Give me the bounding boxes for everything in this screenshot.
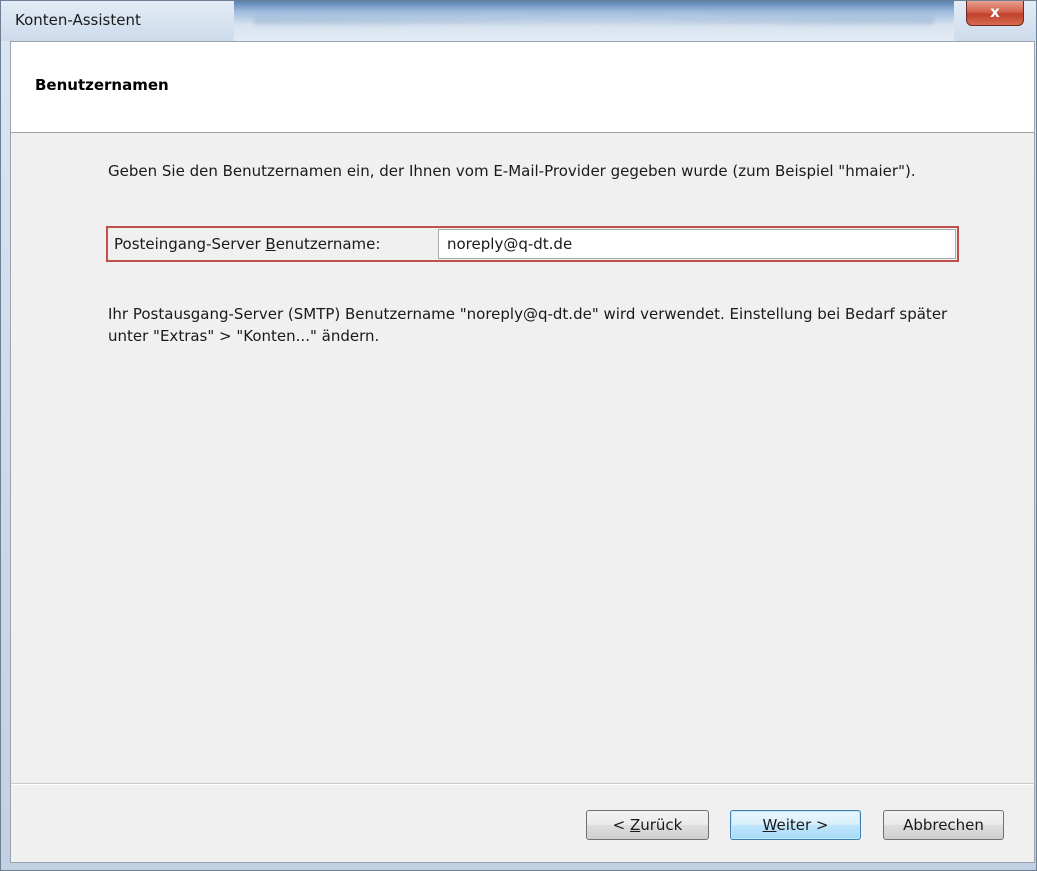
blurred-background	[254, 17, 934, 25]
next-button[interactable]: Weiter >	[730, 810, 861, 840]
label-accelerator: B	[265, 235, 276, 253]
back-label-start: <	[612, 815, 630, 834]
wizard-content: Geben Sie den Benutzernamen ein, der Ihn…	[10, 133, 1035, 783]
close-button[interactable]: x	[966, 1, 1024, 26]
back-label-end: urück	[640, 815, 683, 834]
wizard-header: Benutzernamen	[10, 41, 1035, 133]
smtp-note: Ihr Postausgang-Server (SMTP) Benutzerna…	[108, 305, 948, 345]
back-accelerator: Z	[629, 815, 641, 834]
page-title: Benutzernamen	[35, 76, 169, 94]
back-button[interactable]: < Zurück	[586, 810, 709, 840]
username-field-row: Posteingang-Server Benutzername:	[106, 226, 959, 262]
next-accelerator: W	[762, 815, 777, 834]
username-field-label: Posteingang-Server Benutzername:	[114, 235, 380, 253]
username-input[interactable]	[438, 229, 956, 259]
intro-text: Geben Sie den Benutzernamen ein, der Ihn…	[108, 162, 916, 180]
title-bar-glass	[234, 1, 954, 41]
label-text-start: Posteingang-Server	[114, 235, 266, 253]
account-wizard-window: Konten-Assistent x Benutzernamen Geben S…	[0, 0, 1037, 871]
next-label-end: eiter >	[776, 815, 829, 834]
window-title: Konten-Assistent	[15, 11, 141, 29]
cancel-button[interactable]: Abbrechen	[883, 810, 1004, 840]
title-bar[interactable]: Konten-Assistent x	[1, 1, 1036, 41]
wizard-footer: < Zurück Weiter > Abbrechen	[10, 783, 1035, 863]
close-icon: x	[990, 3, 1000, 21]
label-text-end: enutzername:	[275, 235, 381, 253]
